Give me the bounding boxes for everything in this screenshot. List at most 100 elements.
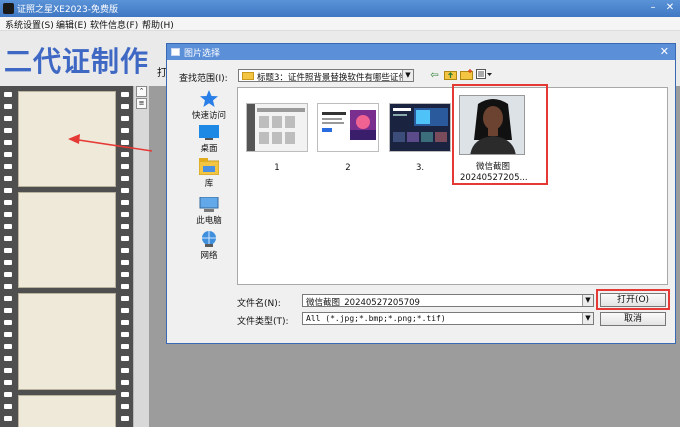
network-icon [202, 231, 216, 247]
file-thumbnail[interactable] [246, 103, 308, 152]
place-label: 网络 [200, 251, 218, 261]
menu-software-info[interactable]: 软件信息(F) [90, 18, 138, 31]
file-name: 2 [345, 163, 351, 173]
scroll-up-button[interactable]: ⌃ [136, 86, 147, 97]
film-sprocket-hole [121, 92, 129, 97]
photo-frame[interactable] [18, 395, 116, 427]
menu-system-settings[interactable]: 系统设置(S) [5, 18, 54, 31]
film-sprocket-hole [121, 332, 129, 337]
highlight-box [452, 84, 548, 185]
film-sprocket-hole [121, 296, 129, 301]
menu-bar: 系统设置(S) 编辑(E) 软件信息(F) 帮助(H) [0, 17, 680, 31]
film-sprocket-hole [4, 320, 12, 325]
film-sprocket-hole [4, 236, 12, 241]
film-sprocket-hole [121, 224, 129, 229]
film-sprocket-hole [121, 380, 129, 385]
chevron-down-icon[interactable]: ▼ [402, 70, 413, 81]
film-sprocket-hole [121, 416, 129, 421]
film-sprocket-hole [4, 104, 12, 109]
film-sprocket-hole [4, 224, 12, 229]
cancel-button[interactable]: 取消 [600, 312, 666, 326]
places-bar: 快速访问 桌面 库 此电脑 网络 [181, 87, 237, 263]
photo-frame[interactable] [18, 192, 116, 288]
film-sprocket-hole [121, 104, 129, 109]
film-sprocket-hole [121, 164, 129, 169]
film-sprocket-hole [4, 308, 12, 313]
chevron-down-icon[interactable]: ▼ [582, 295, 593, 306]
photo-frame[interactable] [18, 91, 116, 187]
dialog-title: 图片选择 [184, 49, 221, 59]
place-label: 库 [204, 179, 214, 189]
photo-film-strip [0, 86, 133, 427]
minimize-icon[interactable]: – [646, 1, 660, 15]
film-sprocket-hole [121, 128, 129, 133]
filename-label: 文件名(N): [237, 299, 281, 309]
film-sprocket-hole [121, 272, 129, 277]
close-window-icon[interactable]: ✕ [663, 1, 677, 15]
place-quick-access[interactable]: 快速访问 [181, 90, 237, 121]
film-sprocket-hole [121, 116, 129, 121]
film-sprocket-hole [4, 356, 12, 361]
file-thumbnail[interactable] [317, 103, 379, 152]
app-title: 证照之星XE2023-免费版 [17, 5, 119, 15]
film-sprocket-hole [4, 404, 12, 409]
film-sprocket-hole [4, 200, 12, 205]
film-sprocket-hole [4, 284, 12, 289]
file-name: 3. [415, 163, 425, 173]
film-sprocket-hole [4, 92, 12, 97]
back-icon[interactable]: ⇦ [427, 69, 442, 82]
place-network[interactable]: 网络 [181, 231, 237, 261]
file-thumbnail[interactable] [389, 103, 451, 152]
new-folder-icon[interactable] [459, 69, 474, 82]
film-sprocket-hole [4, 392, 12, 397]
list-icon[interactable]: ≡ [136, 98, 147, 109]
film-sprocket-hole [121, 344, 129, 349]
film-sprocket-hole [4, 152, 12, 157]
view-menu-icon[interactable] [475, 69, 493, 82]
look-in-dropdown[interactable]: 标题3：证件照背景替换软件有哪些证件照 ▼ [238, 69, 414, 82]
filename-input[interactable]: 微信截图_20240527205709 ▼ [302, 294, 594, 307]
dialog-close-icon[interactable]: ✕ [660, 45, 669, 58]
film-sprocket-hole [4, 272, 12, 277]
film-sprocket-hole [4, 332, 12, 337]
film-sprocket-hole [121, 176, 129, 181]
place-this-pc[interactable]: 此电脑 [181, 197, 237, 226]
menu-edit[interactable]: 编辑(E) [56, 18, 87, 31]
film-sprocket-hole [121, 248, 129, 253]
film-sprocket-hole [121, 260, 129, 265]
film-sprocket-hole [121, 212, 129, 217]
page-title: 二代证制作 [4, 45, 150, 78]
side-scroll-panel: ⌃ ≡ [133, 86, 149, 427]
photo-frame[interactable] [18, 293, 116, 390]
library-icon [199, 158, 219, 175]
film-sprocket-hole [4, 176, 12, 181]
look-in-label: 查找范围(I): [179, 74, 228, 84]
film-sprocket-hole [4, 380, 12, 385]
film-sprocket-hole [121, 392, 129, 397]
file-name: 1 [274, 163, 280, 173]
filetype-select[interactable]: All (*.jpg;*.bmp;*.png;*.tif) ▼ [302, 312, 594, 325]
film-sprocket-hole [121, 284, 129, 289]
filetype-value: All (*.jpg;*.bmp;*.png;*.tif) [306, 314, 446, 323]
place-library[interactable]: 库 [181, 158, 237, 189]
film-sprocket-hole [4, 344, 12, 349]
film-sprocket-hole [121, 404, 129, 409]
up-folder-icon[interactable] [443, 69, 458, 82]
filename-value: 微信截图_20240527205709 [306, 298, 420, 307]
app-logo-icon [3, 3, 14, 14]
film-sprocket-hole [4, 212, 12, 217]
film-sprocket-hole [4, 188, 12, 193]
place-label: 此电脑 [196, 216, 222, 226]
film-sprocket-hole [121, 152, 129, 157]
folder-icon [242, 72, 254, 80]
place-desktop[interactable]: 桌面 [181, 125, 237, 154]
film-sprocket-hole [4, 164, 12, 169]
chevron-down-icon[interactable]: ▼ [582, 313, 593, 324]
film-sprocket-hole [121, 368, 129, 373]
menu-help[interactable]: 帮助(H) [142, 18, 174, 31]
image-select-dialog: 图片选择 ✕ 查找范围(I): 标题3：证件照背景替换软件有哪些证件照 ▼ ⇦ … [166, 43, 676, 344]
film-sprocket-hole [121, 356, 129, 361]
film-sprocket-hole [121, 188, 129, 193]
film-sprocket-hole [121, 308, 129, 313]
place-label: 桌面 [200, 144, 218, 154]
